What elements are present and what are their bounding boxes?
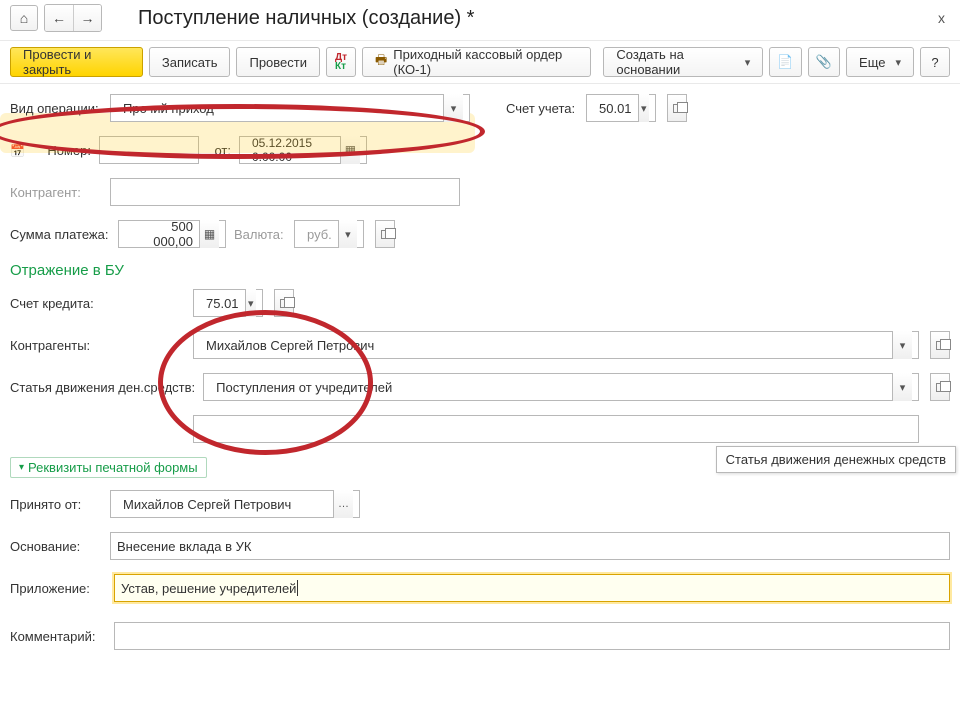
- chevron-down-icon[interactable]: ▾: [638, 94, 649, 122]
- op-type-label: Вид операции:: [10, 101, 102, 116]
- comment-input[interactable]: [114, 622, 950, 650]
- dt-kt-icon: ДтКт: [335, 53, 347, 71]
- op-type-select[interactable]: Прочий приход ▾: [110, 94, 470, 122]
- contragents-label: Контрагенты:: [10, 338, 185, 353]
- attachment-label: Приложение:: [10, 581, 106, 596]
- credit-account-select[interactable]: 75.01 ▾: [193, 289, 263, 317]
- chevron-down-icon[interactable]: ▾: [245, 289, 256, 317]
- clip-icon: [816, 54, 832, 70]
- create-based-on-button[interactable]: Создать на основании▾: [603, 47, 763, 77]
- number-input[interactable]: [99, 136, 199, 164]
- basis-input[interactable]: Внесение вклада в УК: [110, 532, 950, 560]
- attach-button[interactable]: [808, 47, 840, 77]
- date-input[interactable]: 05.12.2015 0:00:00: [239, 136, 367, 164]
- credit-account-label: Счет кредита:: [10, 296, 185, 311]
- number-label: Номер:: [39, 143, 91, 158]
- post-button[interactable]: Провести: [236, 47, 320, 77]
- currency-select[interactable]: руб. ▾: [294, 220, 364, 248]
- dds-extra-select[interactable]: [193, 415, 919, 443]
- sum-label: Сумма платежа:: [10, 227, 110, 242]
- chevron-down-icon: ▾: [19, 462, 24, 473]
- calc-icon[interactable]: [199, 220, 219, 248]
- contragent-input[interactable]: [110, 178, 460, 206]
- home-button[interactable]: ⌂: [10, 5, 38, 31]
- close-button[interactable]: x: [938, 10, 945, 26]
- basis-label: Основание:: [10, 539, 102, 554]
- chevron-down-icon[interactable]: ▾: [338, 220, 357, 248]
- account-popup[interactable]: [667, 94, 687, 122]
- bu-section-title: Отражение в БУ: [10, 262, 950, 279]
- credit-account-popup[interactable]: [274, 289, 294, 317]
- contragents-popup[interactable]: [930, 331, 950, 359]
- comment-label: Комментарий:: [10, 629, 106, 644]
- back-button[interactable]: ←: [45, 5, 73, 31]
- more-button[interactable]: Еще▾: [846, 47, 914, 77]
- ellipsis-button[interactable]: …: [333, 490, 353, 518]
- dds-label: Статья движения ден.средств:: [10, 380, 195, 395]
- tooltip: Статья движения денежных средств: [716, 446, 956, 473]
- doc-button[interactable]: [769, 47, 801, 77]
- doc-icon: [777, 54, 793, 70]
- dds-select[interactable]: Поступления от учредителей ▾: [203, 373, 919, 401]
- currency-popup[interactable]: [375, 220, 395, 248]
- help-button[interactable]: ?: [920, 47, 950, 77]
- taken-from-input[interactable]: Михайлов Сергей Петрович …: [110, 490, 360, 518]
- account-label: Счет учета:: [506, 101, 578, 116]
- save-button[interactable]: Записать: [149, 47, 231, 77]
- chevron-down-icon[interactable]: ▾: [892, 373, 912, 401]
- dds-popup[interactable]: [930, 373, 950, 401]
- calendar-icon[interactable]: [10, 143, 25, 158]
- contragent-label: Контрагент:: [10, 185, 102, 200]
- post-and-close-button[interactable]: Провести и закрыть: [10, 47, 143, 77]
- contragents-select[interactable]: Михайлов Сергей Петрович ▾: [193, 331, 919, 359]
- print-form-toggle[interactable]: ▾ Реквизиты печатной формы: [10, 457, 207, 478]
- account-select[interactable]: 50.01 ▾: [586, 94, 656, 122]
- sum-input[interactable]: 500 000,00: [118, 220, 226, 248]
- chevron-down-icon[interactable]: ▾: [892, 331, 912, 359]
- calendar-picker-icon[interactable]: [340, 136, 360, 164]
- attachment-input[interactable]: Устав, решение учредителей: [114, 574, 950, 602]
- ko1-button[interactable]: Приходный кассовый ордер (КО-1): [362, 47, 591, 77]
- page-title: Поступление наличных (создание) *: [138, 7, 474, 30]
- currency-label: Валюта:: [234, 227, 286, 242]
- date-from-label: от:: [207, 143, 231, 158]
- taken-from-label: Принято от:: [10, 497, 102, 512]
- dt-kt-button[interactable]: ДтКт: [326, 47, 356, 77]
- chevron-down-icon[interactable]: ▾: [443, 94, 463, 122]
- printer-icon: [375, 51, 387, 73]
- forward-button[interactable]: →: [73, 5, 101, 31]
